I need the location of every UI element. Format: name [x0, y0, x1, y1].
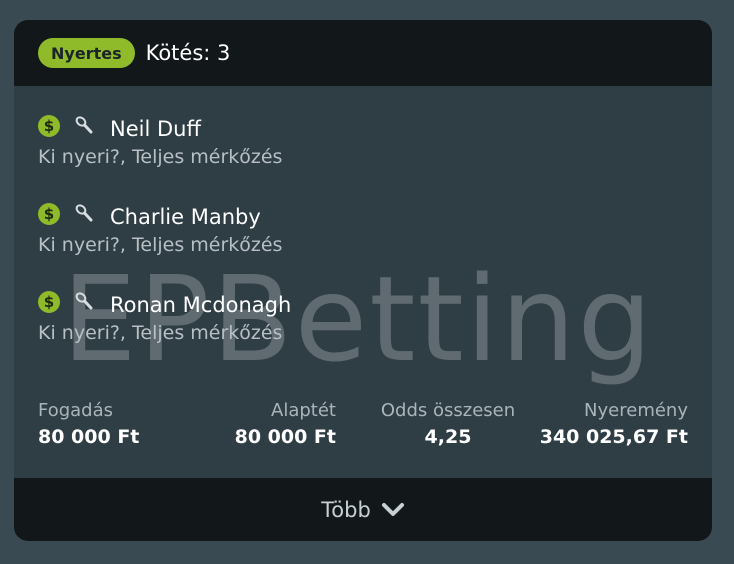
total-odds-value: 4,25 — [424, 426, 472, 448]
dollar-icon: $ — [38, 291, 60, 313]
base-stake-label: Alaptét — [271, 400, 336, 421]
selection-name: Neil Duff — [110, 117, 201, 141]
tennis-racket-icon — [75, 204, 93, 222]
selection-market: Ki nyeri?, Teljes mérkőzés — [38, 322, 283, 344]
bet-card: Nyertes Kötés: 3 EPBetting $ Neil Duff K… — [14, 20, 712, 541]
bet-summary: Fogadás 80 000 Ft Alaptét 80 000 Ft Odds… — [38, 400, 688, 456]
dollar-icon: $ — [38, 115, 60, 137]
winnings-column: Nyeremény 340 025,67 Ft — [540, 400, 688, 448]
stake-label: Fogadás — [38, 400, 114, 421]
selection-name: Charlie Manby — [110, 205, 261, 229]
total-odds-label: Odds összesen — [380, 400, 516, 421]
winnings-label: Nyeremény — [584, 400, 688, 421]
selection-name: Ronan Mcdonagh — [110, 293, 292, 317]
base-stake-column: Alaptét 80 000 Ft — [235, 400, 336, 448]
selection-market: Ki nyeri?, Teljes mérkőzés — [38, 146, 283, 168]
stake-column: Fogadás 80 000 Ft — [38, 400, 139, 448]
tennis-racket-icon — [75, 116, 93, 134]
selection-item: $ Neil Duff Ki nyeri?, Teljes mérkőzés — [38, 115, 638, 168]
bet-title: Kötés: 3 — [145, 41, 231, 65]
more-button[interactable]: Több — [14, 478, 712, 541]
card-header: Nyertes Kötés: 3 — [14, 20, 712, 86]
selection-item: $ Charlie Manby Ki nyeri?, Teljes mérkőz… — [38, 203, 638, 256]
base-stake-value: 80 000 Ft — [234, 426, 336, 448]
stake-value: 80 000 Ft — [38, 426, 140, 448]
selection-market: Ki nyeri?, Teljes mérkőzés — [38, 234, 283, 256]
tennis-racket-icon — [75, 292, 93, 310]
more-label: Több — [321, 497, 371, 522]
total-odds-column: Odds összesen 4,25 — [368, 400, 528, 448]
status-badge: Nyertes — [38, 38, 135, 68]
winnings-value: 340 025,67 Ft — [539, 426, 688, 448]
selection-item: $ Ronan Mcdonagh Ki nyeri?, Teljes mérkő… — [38, 291, 638, 344]
chevron-down-icon — [381, 502, 404, 516]
dollar-icon: $ — [38, 203, 60, 225]
